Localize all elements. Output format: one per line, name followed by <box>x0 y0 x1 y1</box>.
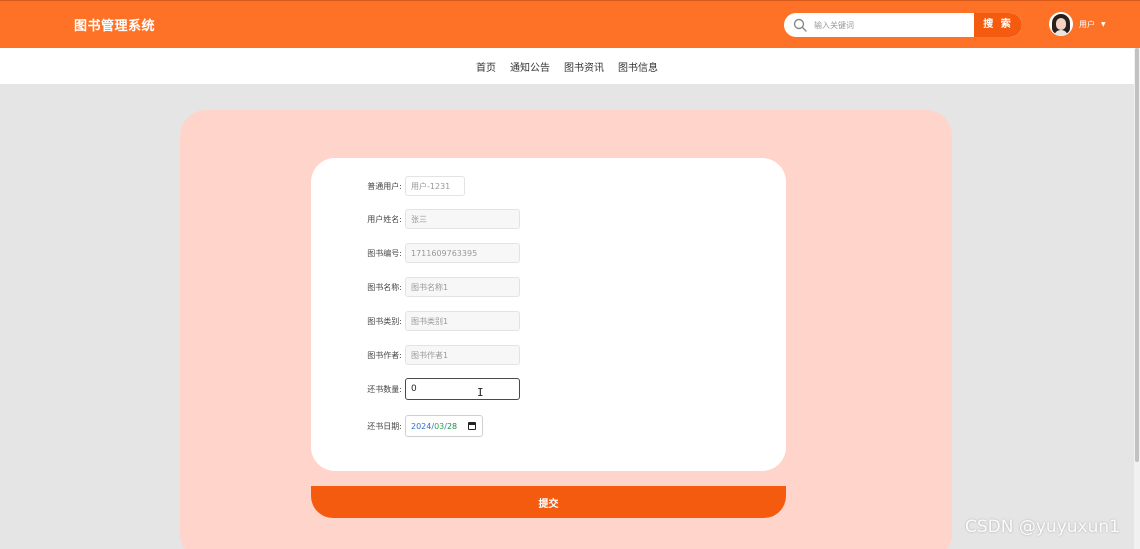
book-author-field[interactable]: 图书作者1 <box>405 345 520 365</box>
search-box: 搜 索 <box>784 13 1022 37</box>
nav-item-notices[interactable]: 通知公告 <box>510 59 550 74</box>
app-title: 图书管理系统 <box>74 19 156 34</box>
text-cursor-icon: I <box>477 386 484 399</box>
field-label: 还书数量: <box>367 384 402 394</box>
field-label: 图书编号: <box>367 248 402 258</box>
return-form-card: 普通用户: 用户-1231 用户姓名: 张三 图书编号: 17116097633… <box>311 158 786 471</box>
form-row-author: 图书作者: 图书作者1 <box>311 344 520 366</box>
field-label: 还书日期: <box>367 421 402 431</box>
form-row-user: 普通用户: 用户-1231 <box>311 175 465 197</box>
scrollbar-thumb[interactable] <box>1135 48 1139 462</box>
nav-item-book-info[interactable]: 图书信息 <box>618 59 658 74</box>
user-label: 用户 <box>1079 19 1095 29</box>
user-menu[interactable]: 用户 ▼ <box>1049 12 1106 36</box>
form-row-book-id: 图书编号: 1711609763395 <box>311 242 520 264</box>
user-field[interactable]: 用户-1231 <box>405 176 465 196</box>
main-nav: 首页 通知公告 图书资讯 图书信息 <box>0 48 1134 84</box>
calendar-icon[interactable] <box>468 422 476 430</box>
field-label: 图书作者: <box>367 350 402 360</box>
search-input[interactable] <box>810 13 970 37</box>
field-label: 用户姓名: <box>367 214 402 224</box>
form-row-name: 用户姓名: 张三 <box>311 208 520 230</box>
field-label: 普通用户: <box>367 181 402 191</box>
submit-button[interactable]: 提交 <box>311 486 786 518</box>
page-scrollbar[interactable] <box>1134 48 1140 549</box>
return-quantity-input[interactable]: 0 <box>405 378 520 400</box>
top-header: 图书管理系统 搜 索 用户 ▼ <box>0 0 1140 48</box>
nav-item-book-news[interactable]: 图书资讯 <box>564 59 604 74</box>
form-row-date: 还书日期: 2024/03/28 <box>311 415 483 437</box>
chevron-down-icon: ▼ <box>1101 20 1106 28</box>
form-row-quantity: 还书数量: 0 <box>311 378 520 400</box>
user-name-field[interactable]: 张三 <box>405 209 520 229</box>
book-name-field[interactable]: 图书名称1 <box>405 277 520 297</box>
nav-item-home[interactable]: 首页 <box>476 59 496 74</box>
watermark: CSDN @yuyuxun1 <box>965 517 1120 537</box>
date-day: 28 <box>446 421 458 431</box>
book-category-field[interactable]: 图书类别1 <box>405 311 520 331</box>
form-row-book-name: 图书名称: 图书名称1 <box>311 276 520 298</box>
search-icon <box>793 18 807 32</box>
form-row-category: 图书类别: 图书类别1 <box>311 310 520 332</box>
field-label: 图书类别: <box>367 316 402 326</box>
return-date-input[interactable]: 2024/03/28 <box>405 415 483 437</box>
date-year: 2024 <box>411 421 432 431</box>
avatar[interactable] <box>1049 12 1073 36</box>
date-month: 03 <box>434 421 445 431</box>
search-button[interactable]: 搜 索 <box>974 13 1022 37</box>
book-id-field[interactable]: 1711609763395 <box>405 243 520 263</box>
field-label: 图书名称: <box>367 282 402 292</box>
